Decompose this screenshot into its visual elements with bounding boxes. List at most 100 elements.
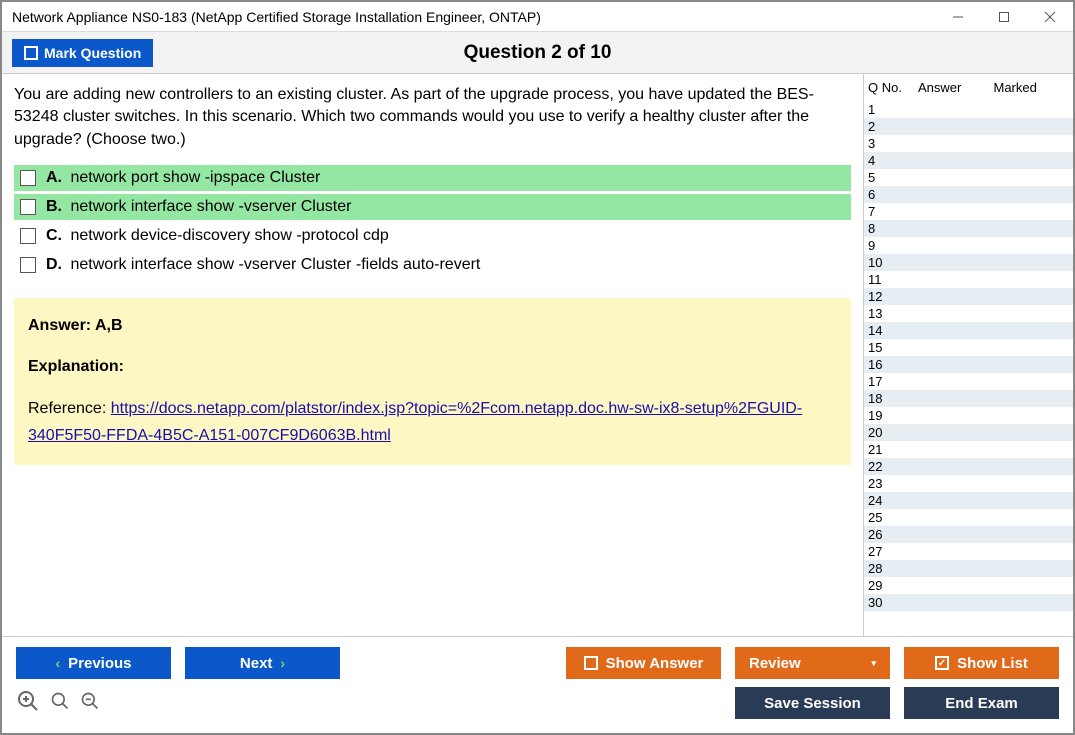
- qlist-row[interactable]: 28: [864, 560, 1073, 577]
- choice-C[interactable]: C. network device-discovery show -protoc…: [14, 223, 851, 249]
- qlist-marked: [994, 136, 1070, 151]
- qlist-number: 19: [868, 408, 918, 423]
- qlist-row[interactable]: 19: [864, 407, 1073, 424]
- qlist-answer: [918, 153, 994, 168]
- qlist-row[interactable]: 1: [864, 101, 1073, 118]
- qlist-number: 6: [868, 187, 918, 202]
- qlist-row[interactable]: 5: [864, 169, 1073, 186]
- qlist-row[interactable]: 6: [864, 186, 1073, 203]
- show-list-button[interactable]: ✓ Show List: [904, 647, 1059, 679]
- choice-text: B. network interface show -vserver Clust…: [46, 198, 351, 216]
- end-exam-button[interactable]: End Exam: [904, 687, 1059, 719]
- qlist-number: 23: [868, 476, 918, 491]
- qlist-number: 30: [868, 595, 918, 610]
- col-qno: Q No.: [868, 80, 918, 95]
- qlist-marked: [994, 238, 1070, 253]
- show-list-label: Show List: [957, 655, 1028, 672]
- qlist-row[interactable]: 26: [864, 526, 1073, 543]
- qlist-number: 9: [868, 238, 918, 253]
- main-panel: You are adding new controllers to an exi…: [2, 74, 863, 636]
- qlist-marked: [994, 374, 1070, 389]
- checkbox-icon: [24, 46, 38, 60]
- app-window: Network Appliance NS0-183 (NetApp Certif…: [0, 0, 1075, 735]
- checkbox-icon[interactable]: [20, 199, 36, 215]
- review-dropdown[interactable]: Review ▾: [735, 647, 890, 679]
- checkbox-icon[interactable]: [20, 228, 36, 244]
- reference-link[interactable]: https://docs.netapp.com/platstor/index.j…: [28, 400, 802, 444]
- qlist-row[interactable]: 17: [864, 373, 1073, 390]
- previous-button[interactable]: ‹ Previous: [16, 647, 171, 679]
- checkbox-icon: [584, 656, 598, 670]
- qlist-row[interactable]: 16: [864, 356, 1073, 373]
- show-answer-button[interactable]: Show Answer: [566, 647, 721, 679]
- qlist-number: 3: [868, 136, 918, 151]
- qlist-number: 4: [868, 153, 918, 168]
- checkbox-icon[interactable]: [20, 170, 36, 186]
- close-button[interactable]: [1027, 2, 1073, 32]
- qlist-answer: [918, 544, 994, 559]
- mark-question-button[interactable]: Mark Question: [12, 39, 153, 67]
- qlist-marked: [994, 510, 1070, 525]
- qlist-row[interactable]: 15: [864, 339, 1073, 356]
- qlist-marked: [994, 340, 1070, 355]
- qlist-answer: [918, 459, 994, 474]
- save-session-label: Save Session: [764, 695, 861, 712]
- qlist-row[interactable]: 7: [864, 203, 1073, 220]
- zoom-out-icon[interactable]: [80, 691, 100, 716]
- zoom-reset-icon[interactable]: [16, 689, 40, 718]
- qlist-number: 13: [868, 306, 918, 321]
- topbar: Mark Question Question 2 of 10: [2, 32, 1073, 74]
- button-row-1: ‹ Previous Next › Show Answer Review ▾ ✓…: [16, 647, 1059, 679]
- qlist-row[interactable]: 9: [864, 237, 1073, 254]
- chevron-left-icon: ‹: [55, 655, 60, 671]
- qlist-marked: [994, 306, 1070, 321]
- qlist-row[interactable]: 20: [864, 424, 1073, 441]
- next-button[interactable]: Next ›: [185, 647, 340, 679]
- qlist-row[interactable]: 22: [864, 458, 1073, 475]
- qlist-row[interactable]: 12: [864, 288, 1073, 305]
- qlist-marked: [994, 425, 1070, 440]
- qlist-number: 25: [868, 510, 918, 525]
- qlist-body[interactable]: 1234567891011121314151617181920212223242…: [864, 101, 1073, 636]
- qlist-answer: [918, 527, 994, 542]
- qlist-answer: [918, 578, 994, 593]
- qlist-row[interactable]: 11: [864, 271, 1073, 288]
- qlist-answer: [918, 119, 994, 134]
- qlist-row[interactable]: 13: [864, 305, 1073, 322]
- qlist-answer: [918, 221, 994, 236]
- choice-D[interactable]: D. network interface show -vserver Clust…: [14, 252, 851, 278]
- qlist-answer: [918, 238, 994, 253]
- qlist-answer: [918, 391, 994, 406]
- qlist-row[interactable]: 8: [864, 220, 1073, 237]
- choice-text: A. network port show -ipspace Cluster: [46, 169, 320, 187]
- qlist-row[interactable]: 30: [864, 594, 1073, 611]
- qlist-row[interactable]: 3: [864, 135, 1073, 152]
- qlist-row[interactable]: 4: [864, 152, 1073, 169]
- choice-B[interactable]: B. network interface show -vserver Clust…: [14, 194, 851, 220]
- qlist-row[interactable]: 25: [864, 509, 1073, 526]
- question-list-panel: Q No. Answer Marked 12345678910111213141…: [863, 74, 1073, 636]
- choice-text: D. network interface show -vserver Clust…: [46, 256, 480, 274]
- qlist-row[interactable]: 18: [864, 390, 1073, 407]
- qlist-row[interactable]: 27: [864, 543, 1073, 560]
- checkbox-icon[interactable]: [20, 257, 36, 273]
- qlist-row[interactable]: 24: [864, 492, 1073, 509]
- qlist-answer: [918, 357, 994, 372]
- qlist-row[interactable]: 14: [864, 322, 1073, 339]
- qlist-row[interactable]: 29: [864, 577, 1073, 594]
- qlist-answer: [918, 323, 994, 338]
- minimize-button[interactable]: [935, 2, 981, 32]
- qlist-row[interactable]: 2: [864, 118, 1073, 135]
- qlist-row[interactable]: 23: [864, 475, 1073, 492]
- save-session-button[interactable]: Save Session: [735, 687, 890, 719]
- maximize-button[interactable]: [981, 2, 1027, 32]
- qlist-marked: [994, 272, 1070, 287]
- zoom-in-icon[interactable]: [50, 691, 70, 716]
- qlist-marked: [994, 561, 1070, 576]
- qlist-row[interactable]: 10: [864, 254, 1073, 271]
- qlist-number: 17: [868, 374, 918, 389]
- qlist-row[interactable]: 21: [864, 441, 1073, 458]
- choice-A[interactable]: A. network port show -ipspace Cluster: [14, 165, 851, 191]
- qlist-answer: [918, 374, 994, 389]
- window-title: Network Appliance NS0-183 (NetApp Certif…: [12, 9, 935, 25]
